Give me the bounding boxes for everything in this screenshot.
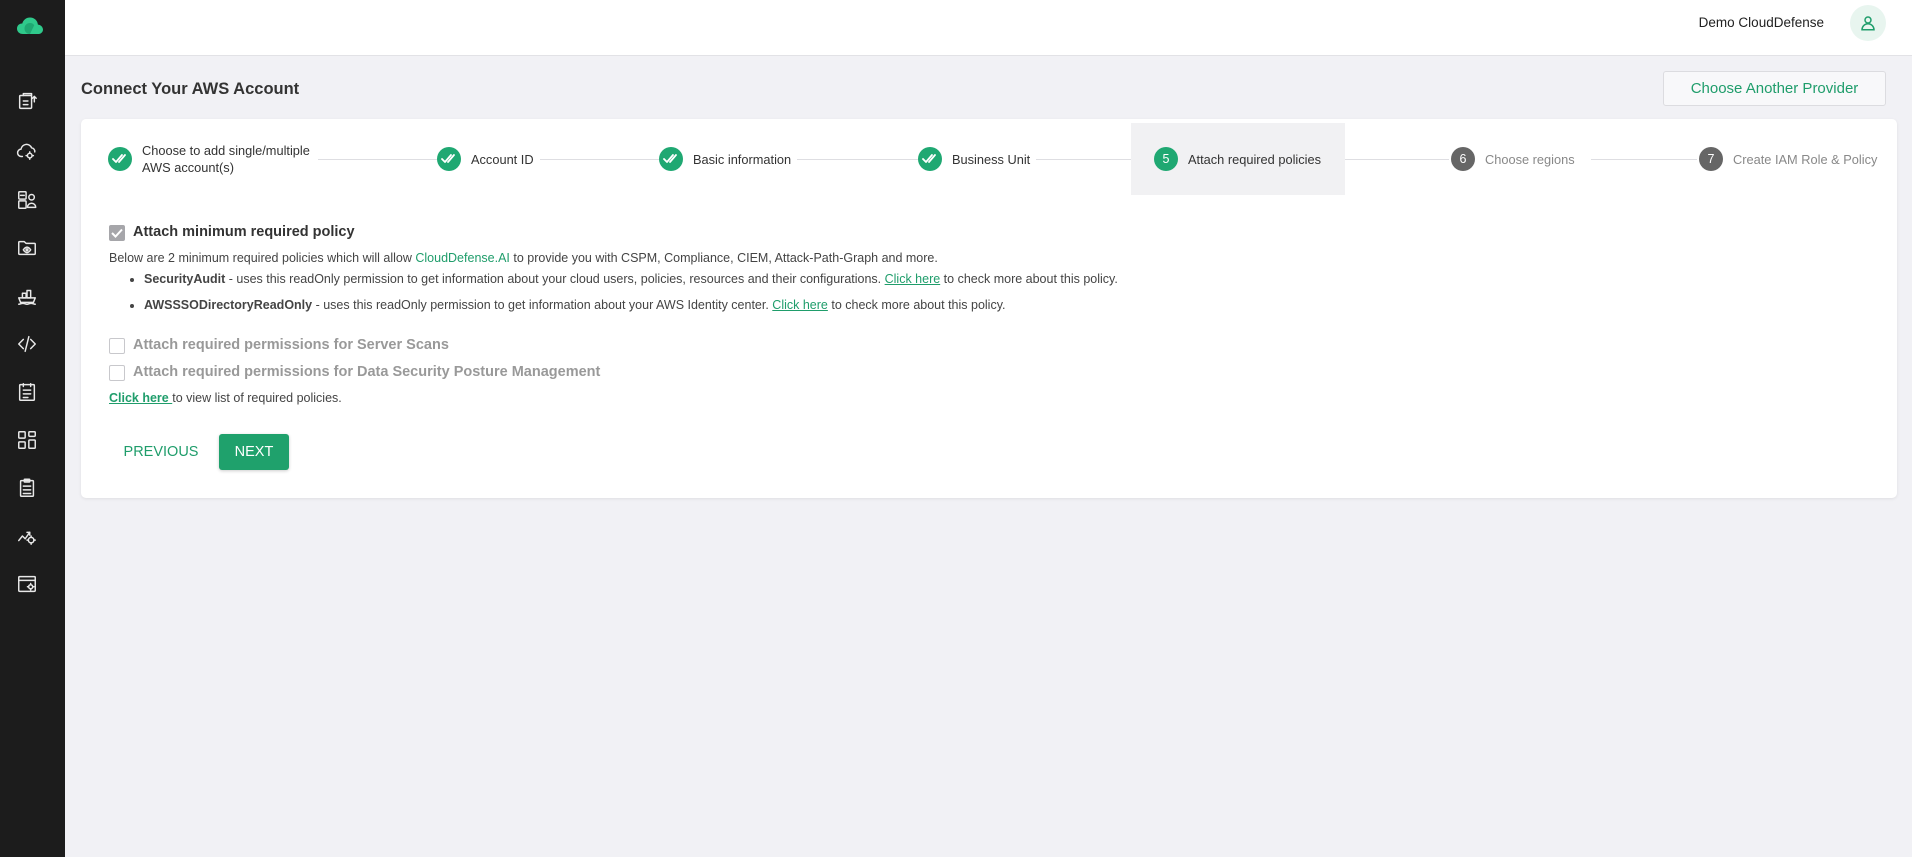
step-number: 6: [1451, 147, 1475, 171]
server-scans-label[interactable]: Attach required permissions for Server S…: [133, 337, 449, 353]
server-scans-checkbox[interactable]: [109, 338, 125, 354]
step-label: Create IAM Role & Policy: [1733, 151, 1878, 167]
policy-description: Below are 2 minimum required policies wh…: [109, 251, 938, 265]
stepper: Choose to add single/multiple AWS accoun…: [81, 123, 1897, 195]
code-icon[interactable]: [15, 332, 39, 356]
min-policy-checkbox[interactable]: [109, 225, 125, 241]
double-check-icon: [659, 147, 683, 171]
step-number: 7: [1699, 147, 1723, 171]
page-title: Connect Your AWS Account: [81, 80, 300, 98]
step-label: Choose to add single/multiple AWS accoun…: [142, 143, 310, 175]
step-number: 5: [1154, 147, 1178, 171]
policy-list: SecurityAudit - uses this readOnly permi…: [144, 270, 1118, 322]
sidebar: [0, 0, 65, 857]
policy-name: AWSSSODirectoryReadOnly: [144, 298, 313, 312]
step-label: Attach required policies: [1188, 151, 1322, 167]
min-policy-label[interactable]: Attach minimum required policy: [133, 224, 355, 240]
list-item: SecurityAudit - uses this readOnly permi…: [144, 270, 1118, 296]
step-label: Account ID: [471, 151, 534, 167]
dspm-checkbox[interactable]: [109, 365, 125, 381]
policy-after: to check more about this policy.: [940, 272, 1118, 286]
next-button[interactable]: NEXT: [219, 434, 289, 470]
report-list-icon[interactable]: [15, 380, 39, 404]
browser-settings-icon[interactable]: [15, 572, 39, 596]
step-6[interactable]: 6 Choose regions: [1449, 123, 1581, 195]
desc-suffix: to provide you with CSPM, Compliance, CI…: [509, 251, 938, 265]
container-ship-icon[interactable]: [15, 284, 39, 308]
desc-prefix: Below are 2 minimum required policies wh…: [109, 251, 416, 265]
dspm-label[interactable]: Attach required permissions for Data Sec…: [133, 364, 600, 380]
step-3[interactable]: Basic information: [659, 123, 798, 195]
step-5[interactable]: 5 Attach required policies: [1131, 123, 1345, 195]
double-check-icon: [108, 147, 132, 171]
step-label: Business Unit: [952, 151, 1031, 167]
policy-link[interactable]: Click here: [885, 272, 941, 286]
policy-text: - uses this readOnly permission to get i…: [225, 272, 885, 286]
cloud-gear-icon[interactable]: [15, 139, 39, 163]
clipboard-icon[interactable]: [15, 476, 39, 500]
previous-button[interactable]: PREVIOUS: [109, 434, 213, 470]
top-header: Demo CloudDefense: [65, 0, 1912, 56]
box-upload-icon[interactable]: [15, 89, 39, 113]
chart-gear-icon[interactable]: [15, 524, 39, 548]
user-avatar-icon[interactable]: [1850, 5, 1886, 41]
step-label: Choose regions: [1485, 151, 1575, 167]
connect-account-card: Choose to add single/multiple AWS accoun…: [81, 119, 1897, 498]
view-policies-text: Click here to view list of required poli…: [109, 391, 342, 405]
choose-another-provider-button[interactable]: Choose Another Provider: [1663, 71, 1886, 106]
brand-name: CloudDefense.AI: [415, 251, 510, 265]
step-1[interactable]: Choose to add single/multiple AWS accoun…: [108, 123, 318, 195]
id-user-icon[interactable]: [15, 188, 39, 212]
view-policies-link[interactable]: Click here: [109, 391, 172, 405]
folder-eye-icon[interactable]: [15, 236, 39, 260]
list-item: AWSSSODirectoryReadOnly - uses this read…: [144, 296, 1118, 322]
clouddefense-logo-icon[interactable]: [17, 17, 43, 35]
step-4[interactable]: Business Unit: [918, 123, 1037, 195]
policy-name: SecurityAudit: [144, 272, 226, 286]
step-2[interactable]: Account ID: [437, 123, 540, 195]
view-policies-suffix: to view list of required policies.: [172, 391, 342, 405]
policy-text: - uses this readOnly permission to get i…: [312, 298, 773, 312]
double-check-icon: [437, 147, 461, 171]
dashboard-grid-icon[interactable]: [15, 428, 39, 452]
policy-link[interactable]: Click here: [772, 298, 828, 312]
double-check-icon: [918, 147, 942, 171]
policy-after: to check more about this policy.: [827, 298, 1006, 312]
step-label: Basic information: [693, 151, 792, 167]
step-7[interactable]: 7 Create IAM Role & Policy: [1697, 123, 1878, 195]
user-name: Demo CloudDefense: [1698, 15, 1824, 30]
